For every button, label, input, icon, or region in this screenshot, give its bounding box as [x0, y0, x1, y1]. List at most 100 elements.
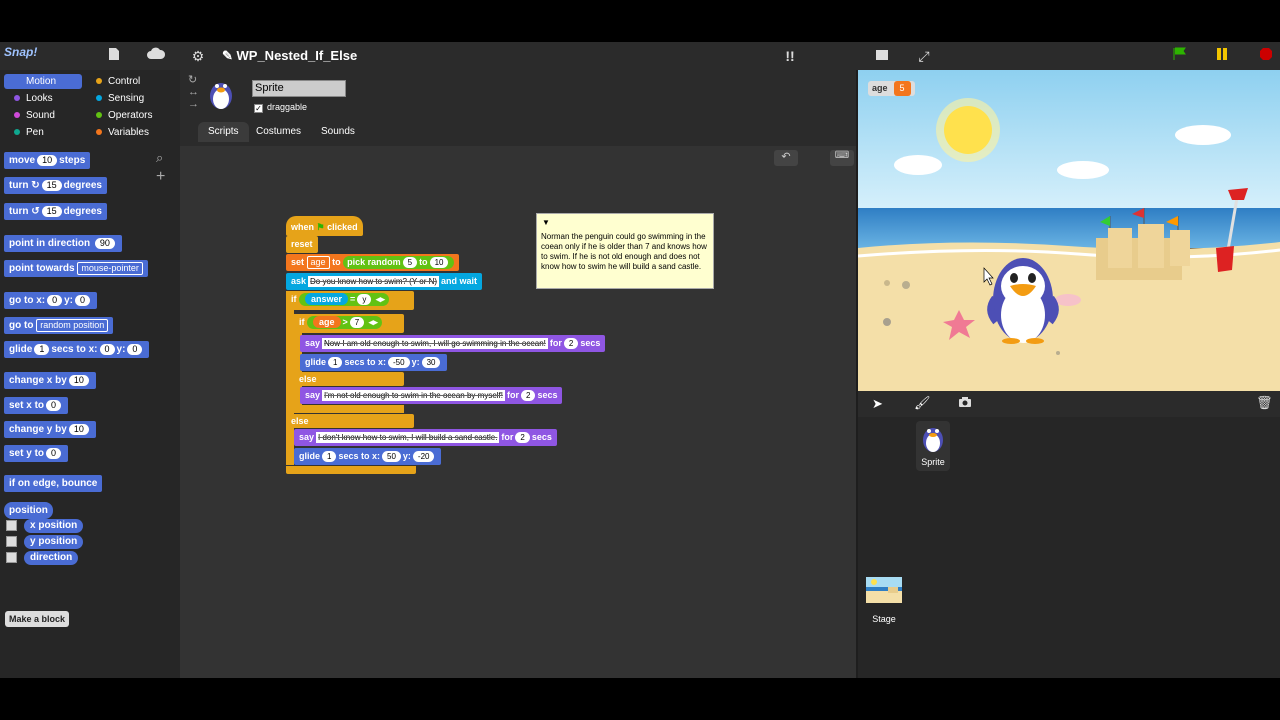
say-for-secs-block[interactable]: say I don't know how to swim, I will buil…	[294, 429, 557, 446]
reset-block[interactable]: reset	[286, 236, 318, 253]
cloud-icon[interactable]	[144, 46, 168, 66]
point-in-direction-block[interactable]: point in direction 90	[4, 235, 122, 252]
normal-stage-icon[interactable]	[872, 46, 892, 66]
x-position-checkbox[interactable]	[6, 520, 17, 531]
category-sensing[interactable]: Sensing	[86, 91, 164, 106]
steps-slot[interactable]: 10	[37, 155, 58, 166]
message-slot[interactable]: Now I am old enough to swim, I will go s…	[322, 338, 548, 349]
draggable-checkbox[interactable]: ✓	[254, 104, 263, 113]
greater-than-condition[interactable]: age >7 ◂▸	[307, 316, 382, 329]
draggable-toggle[interactable]: ✓ draggable	[254, 102, 307, 113]
collapse-comment-icon[interactable]: ▼	[542, 218, 550, 228]
equals-condition[interactable]: answer = y ◂▸	[299, 293, 389, 306]
secs-slot[interactable]: 1	[322, 451, 337, 462]
target-dropdown[interactable]: random position	[36, 319, 109, 332]
category-sound[interactable]: Sound	[4, 108, 82, 123]
y-slot[interactable]: 0	[127, 344, 143, 355]
bounce-block[interactable]: if on edge, bounce	[4, 475, 103, 492]
glide-to-block[interactable]: glide 1 secs to x: -50 y: 30	[300, 354, 448, 371]
high-slot[interactable]: 10	[429, 257, 449, 268]
make-a-block-button[interactable]: Make a block	[5, 611, 69, 627]
secs-slot[interactable]: 2	[520, 390, 536, 401]
snap-logo[interactable]: Snap!	[4, 45, 44, 67]
value-slot[interactable]: y	[357, 294, 372, 305]
sprite-name-field[interactable]: Sprite	[252, 80, 346, 97]
turtle-sprite-icon[interactable]: ➤	[872, 396, 883, 412]
undo-icon[interactable]: ↶	[774, 150, 798, 166]
answer-reporter[interactable]: answer	[305, 293, 349, 305]
keyboard-entry-icon[interactable]: ⌨	[830, 150, 854, 166]
stop-icon[interactable]	[1256, 46, 1276, 66]
y-position-reporter[interactable]: y position	[24, 535, 84, 549]
variable-dropdown[interactable]: age	[306, 256, 330, 269]
degrees-slot[interactable]: 15	[41, 180, 62, 191]
say-for-secs-block[interactable]: say I'm not old enough to swim in the oce…	[300, 387, 563, 404]
pause-icon[interactable]	[1212, 46, 1232, 66]
x-slot[interactable]: 0	[99, 344, 115, 355]
y-slot[interactable]: 30	[421, 357, 441, 368]
tab-sounds[interactable]: Sounds	[311, 122, 365, 142]
point-towards-block[interactable]: point towards mouse-pointer	[4, 260, 148, 277]
paint-brush-icon[interactable]: 🖌	[914, 395, 931, 411]
x-position-reporter[interactable]: x position	[24, 519, 84, 533]
category-control[interactable]: Control	[86, 74, 164, 89]
scripting-area[interactable]: ↶ ⌨ when ⚑ clicked reset set age to pick…	[180, 146, 856, 678]
value-slot[interactable]: 0	[46, 448, 62, 459]
low-slot[interactable]: 5	[402, 257, 418, 268]
category-pen[interactable]: Pen	[4, 125, 82, 140]
secs-slot[interactable]: 1	[328, 357, 343, 368]
x-slot[interactable]: 0	[47, 295, 63, 306]
set-x-block[interactable]: set x to 0	[4, 397, 69, 414]
question-slot[interactable]: Do you know how to swim? (Y or N)	[308, 276, 440, 287]
say-for-secs-block[interactable]: say Now I am old enough to swim, I will g…	[300, 335, 606, 352]
direction-checkbox[interactable]	[6, 552, 17, 563]
y-slot[interactable]: -20	[412, 451, 435, 462]
move-steps-block[interactable]: move 10 steps	[4, 152, 91, 169]
secs-slot[interactable]: 2	[515, 432, 530, 443]
value-slot[interactable]: 7	[349, 317, 365, 328]
go-to-block[interactable]: go to random position	[4, 317, 114, 334]
x-slot[interactable]: 50	[382, 451, 401, 462]
add-block-icon[interactable]: +	[156, 169, 172, 186]
rotation-style-icons[interactable]: ↻ ↔ →	[188, 74, 199, 110]
search-blocks-icon[interactable]: ⌕	[156, 150, 172, 166]
if-age-block[interactable]: if age >7 ◂▸	[294, 314, 404, 333]
value-slot[interactable]: 0	[46, 400, 62, 411]
y-slot[interactable]: 0	[75, 295, 91, 306]
turn-counterclockwise-block[interactable]: turn ↺ 15 degrees	[4, 203, 107, 220]
settings-gear-icon[interactable]: ⚙	[188, 46, 208, 66]
secs-slot[interactable]: 2	[563, 338, 579, 349]
sprite-icon-tile[interactable]: Sprite	[916, 421, 950, 471]
glide-block[interactable]: glide 1 secs to x: 0 y: 0	[4, 341, 150, 358]
trash-icon[interactable]: 🗑	[1256, 395, 1273, 411]
message-slot[interactable]: I'm not old enough to swim in the ocean …	[322, 390, 505, 401]
stage-icon-tile[interactable]	[866, 577, 902, 603]
age-variable-watcher[interactable]: age 5	[868, 81, 915, 96]
turn-clockwise-block[interactable]: turn ↻ 15 degrees	[4, 177, 107, 194]
ask-and-wait-block[interactable]: ask Do you know how to swim? (Y or N) and …	[286, 273, 483, 290]
stage-size-toggle-icon[interactable]: !!	[780, 46, 800, 66]
camera-icon[interactable]	[958, 395, 972, 413]
glide-to-block[interactable]: glide 1 secs to x: 50 y: -20	[294, 448, 442, 465]
category-variables[interactable]: Variables	[86, 125, 164, 140]
category-motion[interactable]: Motion	[4, 74, 82, 89]
presentation-mode-icon[interactable]: ⤢	[914, 46, 934, 66]
stage[interactable]: age 5	[858, 70, 1280, 391]
category-looks[interactable]: Looks	[4, 91, 82, 106]
go-to-xy-block[interactable]: go to x: 0 y: 0	[4, 292, 98, 309]
green-flag-icon[interactable]	[1170, 46, 1190, 66]
value-slot[interactable]: 10	[68, 375, 89, 386]
x-slot[interactable]: -50	[388, 357, 410, 368]
direction-reporter[interactable]: direction	[24, 551, 79, 565]
message-slot[interactable]: I don't know how to swim, I will build a…	[316, 432, 500, 443]
change-y-block[interactable]: change y by 10	[4, 421, 96, 438]
set-y-block[interactable]: set y to 0	[4, 445, 69, 462]
target-dropdown[interactable]: mouse-pointer	[77, 262, 143, 275]
when-flag-clicked-hat[interactable]: when ⚑ clicked	[286, 216, 363, 236]
tab-scripts[interactable]: Scripts	[198, 122, 249, 142]
if-answer-block[interactable]: if answer = y ◂▸	[286, 291, 414, 310]
degrees-slot[interactable]: 15	[41, 206, 62, 217]
value-slot[interactable]: 10	[68, 424, 89, 435]
change-x-block[interactable]: change x by 10	[4, 372, 96, 389]
tab-costumes[interactable]: Costumes	[246, 122, 311, 142]
